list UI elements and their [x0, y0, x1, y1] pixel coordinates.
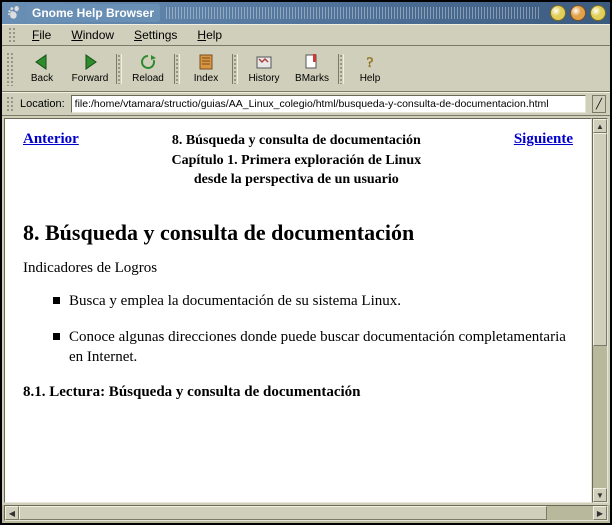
nav-next-link[interactable]: Siguiente [514, 131, 573, 148]
doc-indicators-label: Indicadores de Logros [23, 260, 573, 277]
titlebar-texture [166, 7, 540, 19]
help-button[interactable]: ? Help [346, 49, 394, 89]
reload-label: Reload [132, 73, 164, 84]
menu-file-label: ile [39, 28, 51, 42]
titlebar[interactable]: Gnome Help Browser [2, 2, 610, 24]
content-area: Anterior 8. Búsqueda y consulta de docum… [2, 116, 610, 505]
reload-icon [139, 53, 157, 71]
menu-file[interactable]: File [22, 25, 61, 45]
scroll-left-button[interactable]: ◀ [5, 506, 19, 520]
nav-prev-link[interactable]: Anterior [23, 131, 79, 148]
forward-icon [81, 53, 99, 71]
menu-help[interactable]: Help [187, 25, 232, 45]
horizontal-scrollbar[interactable]: ◀ ▶ [4, 505, 608, 521]
index-label: Index [194, 73, 218, 84]
doc-indicators-list: Busca y emplea la documentación de su si… [23, 291, 573, 368]
location-bar: Location: ╱ [2, 92, 610, 116]
toolbar-sep-3 [232, 54, 238, 84]
list-item: Conoce algunas direcciones donde puede b… [53, 327, 573, 368]
locbar-grip[interactable] [6, 96, 14, 112]
help-icon: ? [361, 53, 379, 71]
scroll-thumb[interactable] [593, 133, 607, 346]
reload-button[interactable]: Reload [124, 49, 172, 89]
breadcrumb-line-2: Capítulo 1. Primera exploración de Linux [87, 151, 506, 171]
breadcrumb-line-3: desde la perspectiva de un usuario [87, 170, 506, 190]
toolbar-sep-2 [174, 54, 180, 84]
minimize-button[interactable] [550, 5, 566, 21]
nav-breadcrumb: 8. Búsqueda y consulta de documentación … [79, 131, 514, 190]
toolbar-sep-4 [338, 54, 344, 84]
bookmark-icon [303, 53, 321, 71]
gnome-foot-icon [6, 5, 22, 21]
forward-label: Forward [72, 73, 109, 84]
doc-nav: Anterior 8. Búsqueda y consulta de docum… [23, 131, 573, 190]
close-button[interactable] [590, 5, 606, 21]
forward-button[interactable]: Forward [66, 49, 114, 89]
locbar-collapse-button[interactable]: ╱ [592, 95, 606, 113]
menu-settings[interactable]: Settings [124, 25, 187, 45]
list-item: Busca y emplea la documentación de su si… [53, 291, 573, 311]
scroll-track[interactable] [593, 133, 607, 488]
doc-subheading: 8.1. Lectura: Búsqueda y consulta de doc… [23, 384, 573, 401]
index-button[interactable]: Index [182, 49, 230, 89]
menu-help-label: elp [206, 28, 222, 42]
menu-settings-label: ettings [142, 28, 177, 42]
menubar-grip[interactable] [8, 27, 16, 43]
history-label: History [248, 73, 279, 84]
toolbar-grip[interactable] [6, 52, 14, 86]
toolbar: Back Forward Reload Index [2, 46, 610, 92]
help-btn-label: Help [360, 73, 381, 84]
scroll-right-button[interactable]: ▶ [593, 506, 607, 520]
document-viewport: Anterior 8. Búsqueda y consulta de docum… [4, 118, 592, 503]
hscroll-track[interactable] [19, 506, 593, 520]
history-icon [255, 53, 273, 71]
bmarks-button[interactable]: BMarks [288, 49, 336, 89]
scroll-down-button[interactable]: ▼ [593, 488, 607, 502]
breadcrumb-line-1: 8. Búsqueda y consulta de documentación [87, 131, 506, 151]
maximize-button[interactable] [570, 5, 586, 21]
back-label: Back [31, 73, 53, 84]
scroll-up-button[interactable]: ▲ [593, 119, 607, 133]
location-input[interactable] [71, 95, 586, 113]
back-icon [33, 53, 51, 71]
vertical-scrollbar[interactable]: ▲ ▼ [592, 118, 608, 503]
location-label: Location: [20, 98, 65, 110]
history-button[interactable]: History [240, 49, 288, 89]
menu-window[interactable]: Window [61, 25, 124, 45]
svg-text:?: ? [367, 55, 374, 71]
doc-heading: 8. Búsqueda y consulta de documentación [23, 220, 573, 246]
window-title: Gnome Help Browser [26, 4, 160, 22]
back-button[interactable]: Back [18, 49, 66, 89]
menubar: File Window Settings Help [2, 24, 610, 46]
app-window: Gnome Help Browser File Window Settings … [0, 0, 612, 525]
index-icon [197, 53, 215, 71]
toolbar-sep-1 [116, 54, 122, 84]
hscroll-thumb[interactable] [19, 506, 547, 520]
menu-window-label: indow [83, 28, 114, 42]
bmarks-label: BMarks [295, 73, 329, 84]
